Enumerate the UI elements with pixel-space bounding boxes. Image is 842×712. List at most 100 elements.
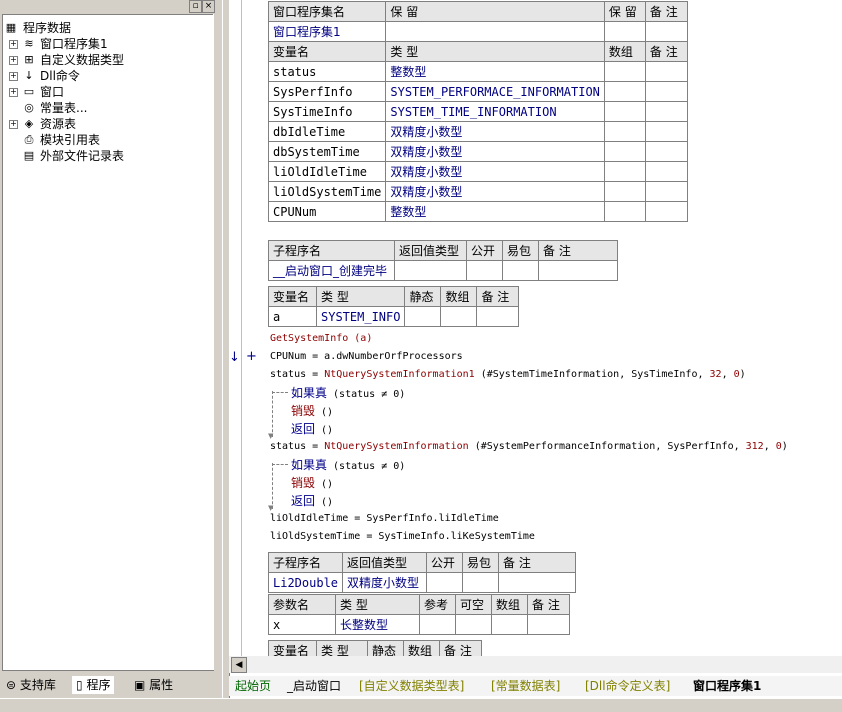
table-row[interactable]: a SYSTEM_INFO xyxy=(268,306,520,327)
var-name[interactable]: liOldIdleTime xyxy=(267,161,387,182)
project-tree[interactable]: ▦ 程序数据 + ≋ 窗口程序集1 + ⊞ 自定义数据类型 + ↓ Dll命令 … xyxy=(2,14,214,671)
cell[interactable] xyxy=(644,101,688,122)
table-row[interactable]: liOldSystemTime 双精度小数型 xyxy=(267,181,688,202)
code-line[interactable]: 销毁 () xyxy=(291,475,333,491)
var-name[interactable]: dbIdleTime xyxy=(267,121,387,142)
var-type[interactable]: 双精度小数型 xyxy=(385,121,605,142)
cell[interactable] xyxy=(527,614,570,635)
var-name[interactable]: CPUNum xyxy=(267,201,387,222)
cell[interactable] xyxy=(538,260,618,281)
tab-start-page[interactable]: 起始页 xyxy=(235,678,271,694)
code-line[interactable]: 销毁 () xyxy=(291,403,333,419)
var-name[interactable]: a xyxy=(268,306,317,327)
cell[interactable] xyxy=(476,306,520,327)
cell[interactable] xyxy=(603,21,646,42)
table-row[interactable]: dbIdleTime 双精度小数型 xyxy=(267,121,688,142)
tab-properties[interactable]: ▣ 属性 xyxy=(132,676,173,694)
tree-scrollbar[interactable] xyxy=(213,14,222,670)
var-type[interactable]: SYSTEM_TIME_INFORMATION xyxy=(385,101,605,122)
cell[interactable] xyxy=(603,161,646,182)
cell[interactable] xyxy=(502,260,539,281)
code-editor[interactable]: 窗口程序集名 保 留 保 留 备 注 窗口程序集1 变量名 类 型 数组 备 注… xyxy=(229,0,842,656)
var-name[interactable]: liOldSystemTime xyxy=(267,181,387,202)
plus-icon[interactable]: + xyxy=(246,349,257,364)
cell[interactable] xyxy=(644,181,688,202)
cell[interactable] xyxy=(394,260,467,281)
code-line[interactable]: status = NtQuerySystemInformation1 (#Sys… xyxy=(270,367,746,383)
table-row[interactable]: x 长整数型 xyxy=(268,614,570,635)
param-type[interactable]: 长整数型 xyxy=(335,614,420,635)
cell[interactable] xyxy=(644,21,688,42)
cell[interactable] xyxy=(603,121,646,142)
cell[interactable] xyxy=(419,614,456,635)
var-type[interactable]: 双精度小数型 xyxy=(385,181,605,202)
var-name[interactable]: dbSystemTime xyxy=(267,141,387,162)
code-line[interactable]: CPUNum = a.dwNumberOrfProcessors xyxy=(270,349,463,365)
expand-icon[interactable]: + xyxy=(9,120,18,129)
close-icon[interactable]: × xyxy=(202,0,215,13)
assembly-name[interactable]: 窗口程序集1 xyxy=(267,21,387,42)
cell[interactable] xyxy=(603,81,646,102)
scroll-left-icon[interactable]: ◀ xyxy=(231,657,247,673)
tab-program[interactable]: ▯ 程序 xyxy=(72,676,115,694)
var-name[interactable]: SysTimeInfo xyxy=(267,101,387,122)
tab-support-library[interactable]: ⊜ 支持库 xyxy=(4,676,56,694)
cell[interactable] xyxy=(603,181,646,202)
cell[interactable] xyxy=(644,161,688,182)
code-line[interactable]: liOldIdleTime = SysPerfInfo.liIdleTime xyxy=(270,511,499,527)
expand-icon[interactable]: + xyxy=(9,88,18,97)
expand-icon[interactable]: + xyxy=(9,56,18,65)
cell[interactable] xyxy=(644,141,688,162)
table-row[interactable]: CPUNum 整数型 xyxy=(267,201,688,222)
cell[interactable] xyxy=(603,141,646,162)
code-line[interactable]: 如果真 (status ≠ 0) xyxy=(291,457,405,473)
var-type[interactable]: 整数型 xyxy=(385,201,605,222)
restore-icon[interactable]: ▫ xyxy=(189,0,202,13)
tab-constant-table[interactable]: [常量数据表] xyxy=(491,678,560,694)
param-name[interactable]: x xyxy=(268,614,336,635)
cell[interactable] xyxy=(440,306,478,327)
var-type[interactable]: 双精度小数型 xyxy=(385,161,605,182)
table-row[interactable]: SysTimeInfo SYSTEM_TIME_INFORMATION xyxy=(267,101,688,122)
cell[interactable] xyxy=(644,61,688,82)
cell[interactable] xyxy=(455,614,492,635)
expand-icon[interactable]: + xyxy=(9,72,18,81)
table-row[interactable]: dbSystemTime 双精度小数型 xyxy=(267,141,688,162)
subroutine-name[interactable]: Li2Double xyxy=(267,572,344,593)
horizontal-scrollbar[interactable]: ◀ xyxy=(229,656,842,673)
expand-icon[interactable]: + xyxy=(9,40,18,49)
tab-custom-datatype[interactable]: [自定义数据类型表] xyxy=(359,678,464,694)
code-line[interactable]: status = NtQuerySystemInformation (#Syst… xyxy=(270,439,788,455)
table-row[interactable]: liOldIdleTime 双精度小数型 xyxy=(267,161,688,182)
cell[interactable] xyxy=(466,260,503,281)
cell[interactable] xyxy=(603,61,646,82)
var-type[interactable]: SYSTEM_PERFORMACE_INFORMATION xyxy=(385,81,605,102)
table-row[interactable]: SysPerfInfo SYSTEM_PERFORMACE_INFORMATION xyxy=(267,81,688,102)
cell[interactable] xyxy=(603,101,646,122)
cell[interactable] xyxy=(498,572,577,593)
cell[interactable] xyxy=(426,572,464,593)
code-line[interactable]: 如果真 (status ≠ 0) xyxy=(291,385,405,401)
var-name[interactable]: SysPerfInfo xyxy=(267,81,387,102)
code-line[interactable]: GetSystemInfo (a) xyxy=(270,331,372,347)
cell[interactable] xyxy=(462,572,500,593)
code-line[interactable]: 返回 () xyxy=(291,421,333,437)
return-type[interactable]: 双精度小数型 xyxy=(342,572,428,593)
cell[interactable] xyxy=(603,201,646,222)
cell[interactable] xyxy=(404,306,442,327)
var-type[interactable]: 整数型 xyxy=(385,61,605,82)
tab-startup-window[interactable]: _启动窗口 xyxy=(287,678,341,694)
var-type[interactable]: 双精度小数型 xyxy=(385,141,605,162)
cell[interactable] xyxy=(644,121,688,142)
var-name[interactable]: status xyxy=(267,61,387,82)
tab-dll-table[interactable]: [Dll命令定义表] xyxy=(585,678,670,694)
tab-assembly[interactable]: 窗口程序集1 xyxy=(693,678,761,694)
subroutine-name[interactable]: __启动窗口_创建完毕 xyxy=(268,260,395,281)
code-line[interactable]: 返回 () xyxy=(291,493,333,509)
cell[interactable] xyxy=(644,81,688,102)
cell[interactable] xyxy=(491,614,528,635)
cell[interactable] xyxy=(385,21,605,42)
var-type[interactable]: SYSTEM_INFO xyxy=(315,306,406,327)
cell[interactable] xyxy=(644,201,688,222)
code-line[interactable]: liOldSystemTime = SysTimeInfo.liKeSystem… xyxy=(270,529,535,545)
